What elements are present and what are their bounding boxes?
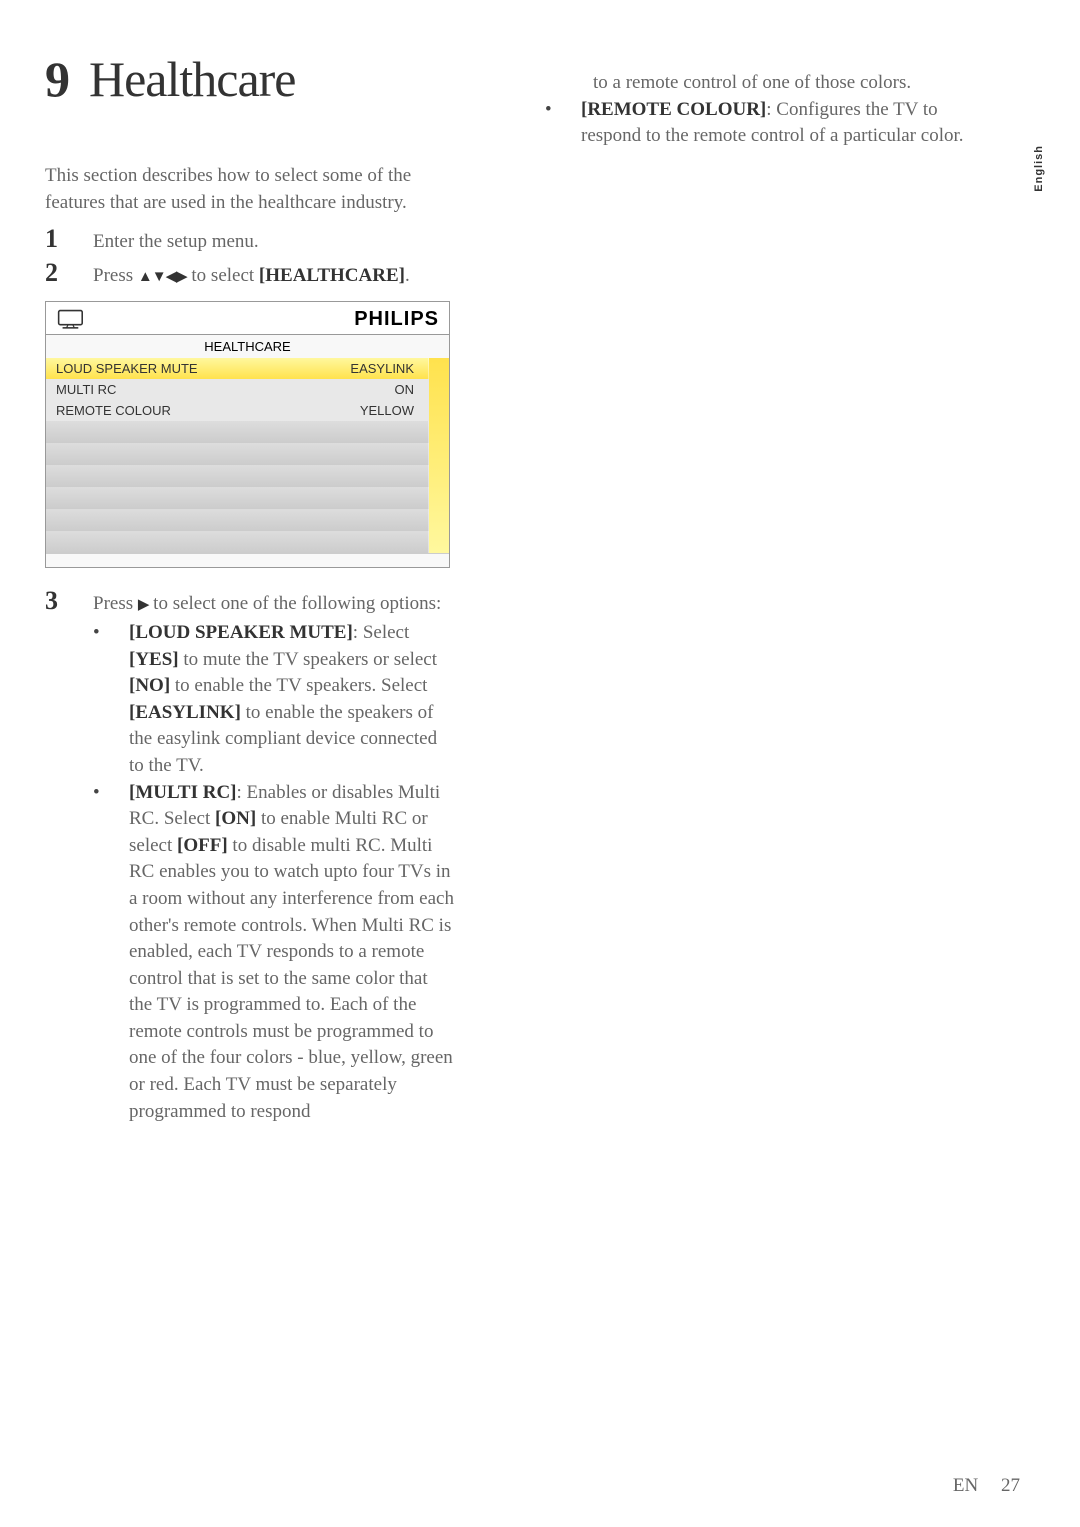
step-1: 1 Enter the setup menu. bbox=[45, 224, 455, 256]
intro-paragraph: This section describes how to select som… bbox=[45, 163, 455, 216]
menu-row-selected: LOUD SPEAKER MUTE EASYLINK bbox=[46, 358, 429, 379]
chapter-heading: 9 Healthcare bbox=[45, 50, 455, 108]
menu-row: REMOTE COLOUR YELLOW bbox=[46, 400, 429, 421]
option-multi-rc: • [MULTI RC]: Enables or disables Multi … bbox=[93, 780, 455, 1126]
brand-logo: PHILIPS bbox=[354, 308, 439, 331]
option-remote-colour: • [REMOTE COLOUR]: Configures the TV to … bbox=[545, 97, 965, 150]
step-number: 2 bbox=[45, 258, 93, 288]
step-text: Enter the setup menu. bbox=[93, 229, 259, 256]
tv-menu-screenshot: PHILIPS HEALTHCARE LOUD SPEAKER MUTE EAS… bbox=[45, 301, 450, 568]
menu-row-value: EASYLINK bbox=[293, 358, 429, 379]
option-multi-rc-continued: to a remote control of one of those colo… bbox=[545, 70, 965, 97]
menu-sidebar-highlight bbox=[429, 358, 449, 553]
menu-row-empty bbox=[46, 509, 429, 531]
dpad-arrows-icon: ▲▼◀▶ bbox=[138, 268, 187, 285]
menu-row: MULTI RC ON bbox=[46, 379, 429, 400]
menu-row-label: MULTI RC bbox=[46, 379, 293, 400]
menu-row-value: YELLOW bbox=[293, 400, 429, 421]
menu-title: HEALTHCARE bbox=[46, 335, 449, 358]
step-text: Press ▶ to select one of the following o… bbox=[93, 591, 441, 618]
bullet-icon: • bbox=[545, 99, 581, 121]
bullet-icon: • bbox=[93, 782, 129, 804]
menu-row-empty bbox=[46, 421, 429, 443]
step-number: 1 bbox=[45, 224, 93, 254]
tv-icon bbox=[56, 309, 88, 331]
option-loud-speaker-mute: • [LOUD SPEAKER MUTE]: Select [YES] to m… bbox=[93, 620, 455, 780]
menu-row-empty bbox=[46, 443, 429, 465]
chapter-title-text: Healthcare bbox=[89, 51, 296, 107]
right-arrow-icon: ▶ bbox=[138, 596, 149, 613]
step-2: 2 Press ▲▼◀▶ to select [HEALTHCARE]. bbox=[45, 258, 455, 290]
menu-row-label: LOUD SPEAKER MUTE bbox=[46, 358, 293, 379]
step-3: 3 Press ▶ to select one of the following… bbox=[45, 586, 455, 618]
menu-row-empty bbox=[46, 487, 429, 509]
page-number: 27 bbox=[1001, 1475, 1020, 1496]
menu-row-label: REMOTE COLOUR bbox=[46, 400, 293, 421]
step-text: Press ▲▼◀▶ to select [HEALTHCARE]. bbox=[93, 263, 410, 290]
menu-row-value: ON bbox=[293, 379, 429, 400]
chapter-number: 9 bbox=[45, 51, 69, 107]
page-footer: EN 27 bbox=[953, 1475, 1020, 1497]
footer-language: EN bbox=[953, 1475, 978, 1496]
side-language-tab: English bbox=[1033, 145, 1045, 192]
bullet-icon: • bbox=[93, 622, 129, 644]
menu-row-empty bbox=[46, 531, 429, 553]
menu-header: PHILIPS bbox=[46, 302, 449, 335]
step-number: 3 bbox=[45, 586, 93, 616]
menu-footer bbox=[46, 553, 449, 567]
menu-row-empty bbox=[46, 465, 429, 487]
